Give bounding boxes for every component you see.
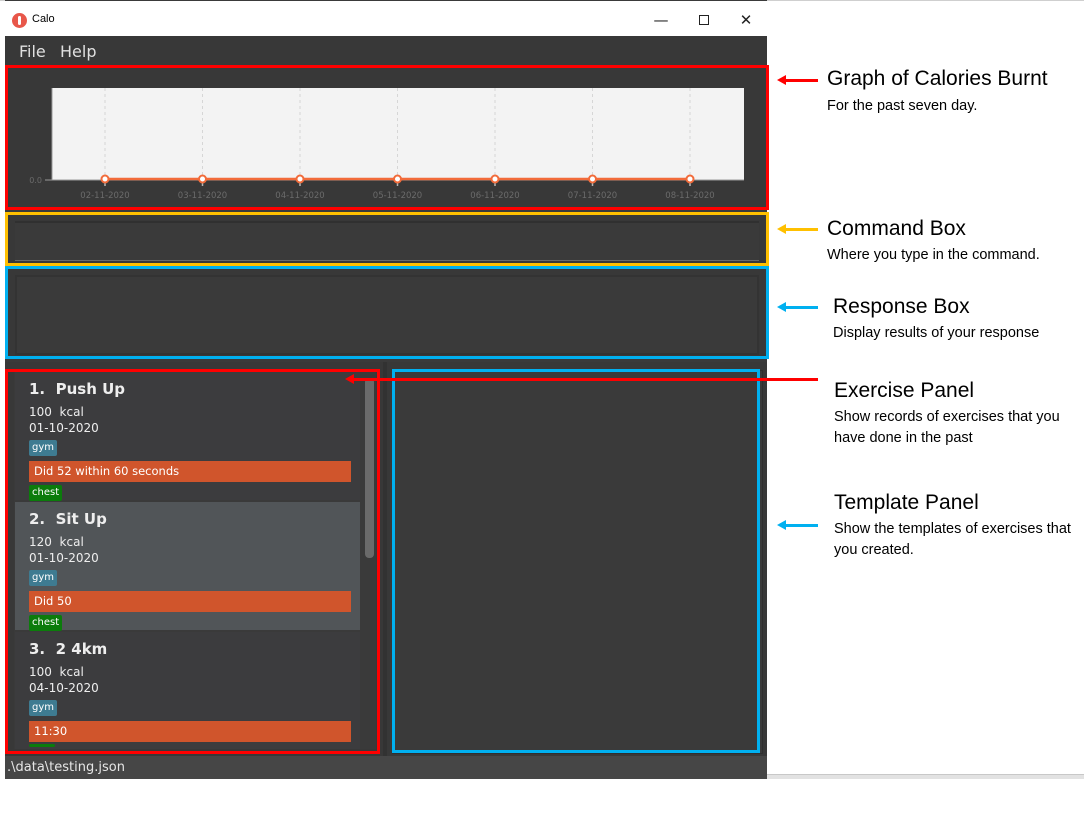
data-point (198, 174, 207, 184)
exercise-card[interactable]: 3. 2 4km 100 kcal 04-10-2020 gym 11:30 (15, 632, 360, 749)
menu-bar: File Help (5, 36, 767, 65)
response-annotation-desc: Display results of your response (833, 325, 1040, 341)
data-point (588, 174, 597, 184)
x-tick-label: 04-11-2020 (275, 191, 324, 201)
response-box-panel (7, 268, 767, 356)
graph-arrow-icon (777, 75, 818, 85)
x-tick-label: 06-11-2020 (470, 191, 519, 201)
exercise-calories: 100 kcal (29, 665, 84, 679)
exercise-description: Did 52 within 60 seconds (29, 461, 351, 482)
exercise-date: 01-10-2020 (29, 421, 99, 435)
exercise-card[interactable]: 1. Push Up 100 kcal 01-10-2020 gym Did 5… (15, 372, 360, 501)
calories-chart-panel: 0.0 02-11-2020 03-11-2020 04-11-2020 05-11-… (7, 67, 767, 209)
exercise-tag: gym (29, 440, 58, 456)
command-arrow-icon (777, 224, 818, 234)
data-file-path: .\data\testing.json (7, 760, 125, 775)
exercise-list: 1. Push Up 100 kcal 01-10-2020 gym Did 5… (14, 372, 361, 749)
x-tick-label: 05-11-2020 (373, 191, 422, 201)
exercise-scrollbar[interactable] (361, 372, 376, 749)
x-tick-label: 08-11-2020 (665, 191, 714, 201)
window-title: Calo (32, 13, 55, 25)
response-box[interactable] (15, 275, 759, 355)
response-annotation-title: Response Box (833, 295, 970, 318)
exercise-description: Did 50 (29, 591, 351, 612)
maximize-button[interactable] (690, 9, 718, 31)
command-box-panel (7, 213, 767, 263)
data-point (393, 174, 402, 184)
calories-chart: 0.0 02-11-2020 03-11-2020 04-11-2020 05-11-… (29, 88, 744, 201)
graph-annotation-title: Graph of Calories Burnt (827, 67, 1048, 90)
exercise-calories: 120 kcal (29, 535, 84, 549)
data-point (685, 174, 695, 184)
exercise-arrow-icon (345, 374, 818, 384)
exercise-title: 2. Sit Up (29, 510, 107, 528)
title-bar: Calo — ✕ (5, 1, 767, 36)
x-tick-label: 07-11-2020 (568, 191, 617, 201)
exercise-tag: gym (29, 570, 58, 586)
menu-help[interactable]: Help (60, 42, 96, 61)
x-tick-label: 03-11-2020 (178, 191, 227, 201)
panel-divider[interactable] (383, 362, 387, 756)
muscle-tag: chest (29, 615, 63, 631)
template-arrow-icon (777, 520, 818, 530)
template-annotation-desc: Show the templates of exercises that you… (834, 521, 1071, 558)
menu-file[interactable]: File (19, 42, 46, 61)
status-bar: .\data\testing.json (5, 756, 767, 779)
exercise-card[interactable]: 2. Sit Up 120 kcal 01-10-2020 gym Did 50… (15, 502, 360, 631)
data-point (490, 174, 500, 184)
x-tick-label: 02-11-2020 (80, 191, 129, 201)
template-panel (392, 370, 763, 754)
scrollbar-thumb[interactable] (365, 378, 374, 558)
exercise-date: 01-10-2020 (29, 551, 99, 565)
command-input[interactable] (15, 221, 759, 261)
graph-annotation-desc: For the past seven day. (827, 98, 978, 114)
command-annotation-title: Command Box (827, 217, 966, 240)
y-tick-label: 0.0 (29, 176, 42, 185)
minimize-button[interactable]: — (647, 9, 675, 31)
data-point (295, 174, 305, 184)
exercise-annotation-title: Exercise Panel (834, 379, 975, 402)
muscle-tag: chest (29, 485, 63, 501)
exercise-calories: 100 kcal (29, 405, 84, 419)
exercise-description: 11:30 (29, 721, 351, 742)
exercise-title: 3. 2 4km (29, 640, 108, 658)
data-point (100, 174, 110, 184)
exercise-panel: 1. Push Up 100 kcal 01-10-2020 gym Did 5… (14, 372, 376, 749)
screen-bottom-border (767, 774, 1084, 779)
exercise-tag: gym (29, 700, 58, 716)
exercise-title: 1. Push Up (29, 380, 126, 398)
response-arrow-icon (777, 302, 818, 312)
close-button[interactable]: ✕ (732, 9, 760, 31)
template-annotation-title: Template Panel (834, 491, 979, 514)
maximize-icon (699, 15, 709, 25)
lower-panels: 1. Push Up 100 kcal 01-10-2020 gym Did 5… (5, 362, 767, 756)
exercise-date: 04-10-2020 (29, 681, 99, 695)
app-logo-icon (12, 13, 27, 28)
command-annotation-desc: Where you type in the command. (827, 247, 1040, 263)
muscle-tag (29, 744, 55, 747)
exercise-annotation-desc: Show records of exercises that you have … (834, 409, 1060, 446)
